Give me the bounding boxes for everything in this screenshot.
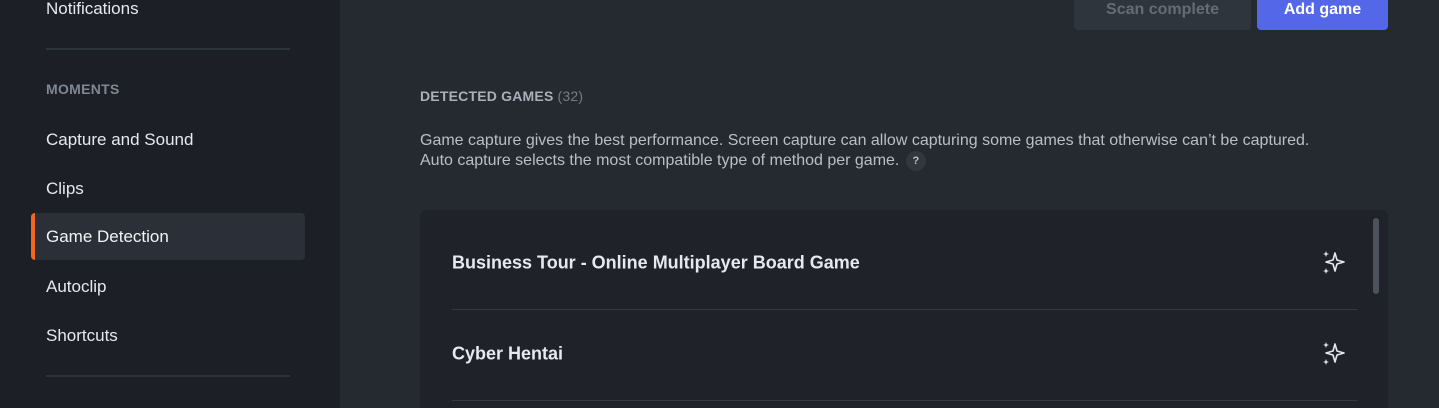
- game-name: Cyber Hentai: [452, 343, 564, 364]
- game-name: Business Tour - Online Multiplayer Board…: [452, 252, 860, 273]
- description-line-1: Game capture gives the best performance.…: [420, 132, 1310, 149]
- sidebar: Notifications MOMENTS Capture and Sound …: [0, 0, 340, 408]
- sidebar-item-autoclip[interactable]: Autoclip: [46, 277, 106, 297]
- sidebar-item-notifications[interactable]: Notifications: [46, 0, 139, 19]
- game-row[interactable]: Business Tour - Online Multiplayer Board…: [452, 219, 1357, 310]
- sidebar-item-capture-and-sound[interactable]: Capture and Sound: [46, 130, 193, 150]
- heading-title: DETECTED GAMES: [420, 88, 554, 104]
- active-indicator: [31, 213, 35, 260]
- sidebar-divider: [46, 375, 290, 377]
- sparkles-icon[interactable]: [1321, 340, 1347, 368]
- game-list: Business Tour - Online Multiplayer Board…: [420, 210, 1388, 408]
- sparkles-icon[interactable]: [1321, 249, 1347, 277]
- scrollbar-thumb[interactable]: [1373, 218, 1379, 294]
- description-line-2: Auto capture selects the most compatible…: [420, 151, 1395, 171]
- sidebar-item-label: Game Detection: [46, 227, 169, 246]
- section-heading: DETECTED GAMES (32): [420, 88, 583, 104]
- scan-complete-button[interactable]: Scan complete: [1074, 0, 1251, 30]
- add-game-button[interactable]: Add game: [1257, 0, 1388, 30]
- sidebar-item-game-detection[interactable]: Game Detection: [31, 213, 305, 260]
- sidebar-divider: [46, 48, 290, 50]
- sidebar-section-moments: MOMENTS: [46, 81, 120, 97]
- game-count: (32): [557, 88, 584, 104]
- game-row[interactable]: Cyber Hentai: [452, 310, 1357, 401]
- sidebar-item-clips[interactable]: Clips: [46, 179, 84, 199]
- description-line-2-text: Auto capture selects the most compatible…: [420, 152, 900, 170]
- description: Game capture gives the best performance.…: [420, 131, 1395, 171]
- help-icon[interactable]: ?: [905, 151, 926, 171]
- list-scrollbar[interactable]: [1372, 218, 1380, 408]
- sidebar-item-shortcuts[interactable]: Shortcuts: [46, 326, 118, 346]
